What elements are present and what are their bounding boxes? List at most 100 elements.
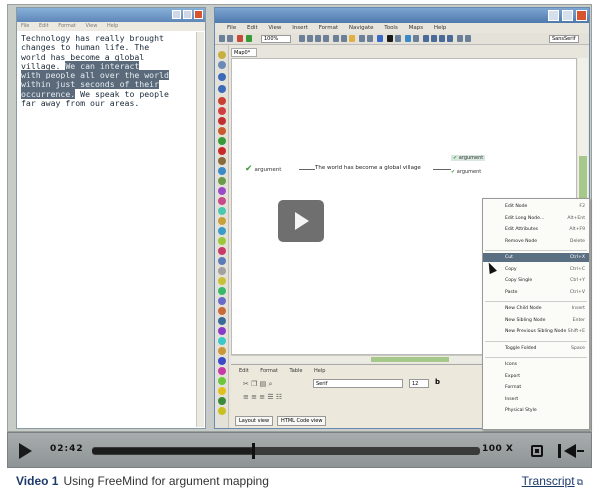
bold-button[interactable]: b	[435, 378, 440, 386]
speed-control[interactable]: 100 X	[482, 444, 513, 454]
cut-icon[interactable]	[333, 35, 339, 42]
transcript-link[interactable]: Transcript ⧉	[522, 474, 583, 488]
nav-up-icon[interactable]	[423, 35, 429, 42]
save-icon[interactable]	[315, 35, 321, 42]
nav-left-icon[interactable]	[439, 35, 445, 42]
priority-2-icon[interactable]	[218, 127, 226, 135]
edit-icon[interactable]	[237, 35, 243, 42]
context-menu-item[interactable]: Paste Ctrl+V	[483, 288, 589, 297]
context-menu-item[interactable]: Edit Node F2	[483, 202, 589, 211]
check-icon[interactable]	[246, 35, 252, 42]
back-icon[interactable]	[219, 35, 225, 42]
nav-right-icon[interactable]	[447, 35, 453, 42]
menu-edit[interactable]: Edit	[39, 23, 49, 29]
volume-button[interactable]	[556, 441, 586, 461]
node-root[interactable]: The world has become a global village	[315, 165, 421, 171]
open-icon[interactable]	[307, 35, 313, 42]
menu-navigate[interactable]: Navigate	[349, 25, 374, 31]
paste-icon[interactable]	[349, 35, 355, 42]
warning-icon[interactable]	[218, 97, 226, 105]
priority-4-icon[interactable]	[218, 167, 226, 175]
play-overlay-button[interactable]	[278, 200, 324, 242]
menu-tools[interactable]: Tools	[384, 25, 398, 31]
context-menu-item[interactable]: Icons	[483, 360, 589, 369]
notepad-scrollbar[interactable]	[196, 32, 204, 427]
note-font-select[interactable]: Serif	[313, 379, 403, 388]
italic-icon[interactable]	[395, 35, 401, 42]
maximize-icon[interactable]	[562, 10, 573, 21]
stop-icon[interactable]	[218, 107, 226, 115]
close-icon[interactable]	[576, 10, 587, 21]
bell-icon[interactable]	[218, 277, 226, 285]
tab-map[interactable]: Map0*	[231, 48, 257, 57]
yellow-icon[interactable]	[218, 407, 226, 415]
menu-file[interactable]: File	[227, 25, 236, 31]
cross-icon[interactable]	[218, 147, 226, 155]
home-icon[interactable]	[218, 287, 226, 295]
align-center-icon[interactable]: ≡	[251, 393, 257, 401]
maximize-icon[interactable]	[183, 10, 192, 19]
heart-icon[interactable]	[218, 247, 226, 255]
menu-view[interactable]: View	[85, 23, 97, 29]
info-icon[interactable]	[218, 85, 226, 93]
node-icon[interactable]	[465, 35, 471, 42]
cut-icon[interactable]: ✂	[243, 380, 249, 388]
star-icon[interactable]	[218, 217, 226, 225]
tab-layout-view[interactable]: Layout view	[235, 416, 274, 426]
context-menu-item[interactable]: Edit Long Node... Alt+Ent	[483, 214, 589, 223]
smiley-icon[interactable]	[218, 207, 226, 215]
align-left-icon[interactable]: ≡	[243, 393, 249, 401]
forward-icon[interactable]	[227, 35, 233, 42]
context-menu-item[interactable]: New Sibling Node Enter	[483, 316, 589, 325]
context-menu-item[interactable]: Remove Node Delete	[483, 237, 589, 246]
close-icon[interactable]	[194, 10, 203, 19]
priority-5-icon[interactable]	[218, 177, 226, 185]
note-menu-help[interactable]: Help	[314, 368, 325, 374]
menu-help[interactable]: Help	[107, 23, 118, 29]
context-menu-item[interactable]: Format	[483, 383, 589, 392]
link-icon[interactable]	[377, 35, 383, 42]
phone-icon[interactable]	[218, 317, 226, 325]
context-menu-item[interactable]: Edit Attributes Alt+F9	[483, 225, 589, 234]
notepad-text-area[interactable]: Technology has really brought changes to…	[17, 31, 205, 111]
male-icon[interactable]	[218, 357, 226, 365]
font-select[interactable]: SansSerif	[549, 35, 579, 43]
note-size-select[interactable]: 12	[409, 379, 429, 388]
fullscreen-button[interactable]	[526, 440, 548, 462]
context-menu-item[interactable]: Export	[483, 372, 589, 381]
flag-icon[interactable]	[218, 61, 226, 69]
check-icon[interactable]	[218, 137, 226, 145]
context-menu-item[interactable]: Physical Style	[483, 406, 589, 415]
context-menu-item[interactable]: Copy Ctrl+C	[483, 265, 589, 274]
color-icon[interactable]	[413, 35, 419, 42]
node-argument-right-2[interactable]: ✔ argument	[451, 169, 481, 175]
menu-help[interactable]: Help	[434, 25, 447, 31]
context-menu-item[interactable]: New Previous Sibling Node Shift+E	[483, 327, 589, 336]
zoom-select[interactable]: 100%	[261, 35, 291, 43]
cloud-icon[interactable]	[405, 35, 411, 42]
clock-icon[interactable]	[218, 227, 226, 235]
print-icon[interactable]	[323, 35, 329, 42]
idea-icon[interactable]	[218, 51, 226, 59]
music-icon[interactable]	[218, 307, 226, 315]
numbered-list-icon[interactable]: ☷	[276, 393, 282, 401]
context-menu-item[interactable]: Toggle Folded Space	[483, 344, 589, 353]
tab-html-code-view[interactable]: HTML Code view	[277, 416, 327, 426]
copy-icon[interactable]: ❐	[251, 380, 257, 388]
context-menu-item[interactable]: Cut Ctrl+X	[483, 253, 589, 262]
node-argument-right-1[interactable]: ✔ argument	[451, 155, 486, 161]
context-menu-item[interactable]: New Child Node Insert	[483, 304, 589, 313]
note-menu-edit[interactable]: Edit	[239, 368, 249, 374]
seek-handle[interactable]	[252, 443, 256, 459]
calendar-icon[interactable]	[218, 297, 226, 305]
nav-down-icon[interactable]	[431, 35, 437, 42]
menu-view[interactable]: View	[268, 25, 281, 31]
list-icon[interactable]: ☰	[267, 393, 273, 401]
settings-icon[interactable]	[457, 35, 463, 42]
bookmark-icon[interactable]	[218, 377, 226, 385]
paste-icon[interactable]: ▤	[260, 380, 267, 388]
minimize-icon[interactable]	[548, 10, 559, 21]
note-menu-format[interactable]: Format	[260, 368, 278, 374]
scroll-thumb[interactable]	[371, 357, 449, 362]
penguin-icon[interactable]	[218, 327, 226, 335]
